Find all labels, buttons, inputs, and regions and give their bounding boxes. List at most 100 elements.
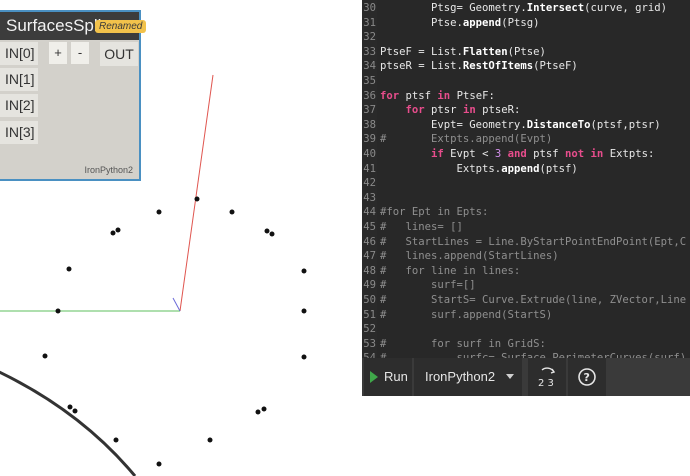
- code-line[interactable]: 37 for ptsr in ptseR:: [362, 103, 690, 118]
- line-number: 45: [363, 221, 376, 233]
- point: [264, 228, 270, 234]
- point: [72, 408, 78, 414]
- line-number: 41: [363, 162, 376, 175]
- code-line[interactable]: 54 # surfc= Surface.PerimeterCurves(surf): [362, 351, 690, 358]
- code-text: # surfc= Surface.PerimeterCurves(surf): [380, 351, 686, 358]
- point: [156, 209, 162, 215]
- help-icon: ?: [578, 368, 596, 386]
- run-button[interactable]: Run: [364, 358, 412, 396]
- code-line[interactable]: 39 # Extpts.append(Evpt): [362, 132, 690, 147]
- point: [115, 227, 121, 233]
- point: [269, 231, 275, 237]
- axis-x: [179, 74, 214, 312]
- code-line[interactable]: 53 # for surf in GridS:: [362, 337, 690, 352]
- code-line[interactable]: 48 # for line in lines:: [362, 264, 690, 279]
- line-number: 33: [363, 45, 376, 58]
- add-input-button[interactable]: +: [49, 42, 67, 64]
- input-port-2[interactable]: IN[2]: [0, 94, 38, 117]
- code-line[interactable]: 36 for ptsf in PtseF:: [362, 89, 690, 104]
- code-line[interactable]: 43: [362, 191, 690, 206]
- convert-button[interactable]: 2 3: [528, 358, 566, 396]
- code-line[interactable]: 46 # StartLines = Line.ByStartPointEndPoi…: [362, 235, 690, 250]
- code-text: # StartS= Curve.Extrude(line, ZVector,Li…: [380, 294, 687, 306]
- code-editor[interactable]: 30 Ptsg= Geometry.Intersect(curve, grid)…: [362, 0, 690, 358]
- convert-icon-text: 2 3: [538, 378, 554, 389]
- code-text: for ptsf in PtseF:: [380, 89, 495, 102]
- code-text: # Extpts.append(Evpt): [380, 133, 553, 146]
- axis-z: [172, 297, 181, 312]
- code-text: # surf.append(StartS): [380, 308, 553, 321]
- point: [255, 409, 261, 415]
- line-number: 44: [363, 206, 376, 219]
- line-number: 46: [363, 235, 376, 248]
- node-header[interactable]: SurfacesSplit Renamed: [0, 12, 147, 40]
- code-text: # for surf in GridS:: [380, 337, 546, 350]
- python-script-node[interactable]: SurfacesSplit Renamed IN[0] IN[1] IN[2] …: [0, 10, 147, 181]
- code-text: for ptsr in ptseR:: [405, 104, 521, 117]
- point: [207, 437, 213, 443]
- point: [301, 308, 307, 314]
- point: [229, 209, 235, 215]
- code-text: ptseR = List.RestOfItems(PtseF): [380, 60, 578, 73]
- help-icon-text: ?: [584, 371, 590, 384]
- code-line[interactable]: 52: [362, 322, 690, 337]
- code-line[interactable]: 31 Ptse.append(Ptsg): [362, 16, 690, 31]
- point: [194, 196, 200, 202]
- code-text: Ptse.append(Ptsg): [380, 16, 540, 29]
- code-text: PtseF = List.Flatten(Ptse): [380, 45, 546, 58]
- line-number: 36: [363, 89, 376, 102]
- code-line[interactable]: 40 if Evpt < 3 and ptsf not in Extpts:: [362, 147, 690, 162]
- line-number: 31: [363, 16, 376, 29]
- code-text: Ptsg= Geometry.Intersect(curve, grid): [380, 2, 668, 14]
- renamed-badge: Renamed: [95, 20, 147, 33]
- point: [42, 353, 48, 359]
- code-line[interactable]: 32: [362, 30, 690, 45]
- code-line[interactable]: 49 # surf=[]: [362, 278, 690, 293]
- help-button[interactable]: ?: [568, 358, 606, 396]
- line-number: 40: [363, 148, 376, 160]
- line-number: 42: [363, 177, 376, 190]
- input-port-3[interactable]: IN[3]: [0, 121, 38, 144]
- code-text: #for Ept in Epts:: [380, 206, 489, 219]
- line-number: 50: [363, 294, 376, 306]
- code-line[interactable]: 47 # lines.append(StartLines): [362, 249, 690, 264]
- code-line[interactable]: 35: [362, 74, 690, 89]
- point: [301, 268, 307, 274]
- point: [66, 266, 72, 272]
- line-number: 32: [363, 31, 376, 44]
- point: [113, 437, 119, 443]
- engine-select-value: IronPython2: [425, 369, 496, 384]
- line-number: 39: [363, 133, 376, 146]
- code-line[interactable]: 51 # surf.append(StartS): [362, 308, 690, 323]
- code-text: # surf=[]: [380, 279, 476, 292]
- play-icon: [370, 371, 378, 383]
- editor-toolbar: Run IronPython2 2 3 ?: [362, 358, 690, 396]
- output-port[interactable]: OUT: [100, 42, 138, 66]
- curve-arc: [0, 370, 137, 476]
- line-number: 30: [363, 2, 376, 14]
- code-text: # lines= []: [380, 221, 463, 233]
- point: [261, 406, 267, 412]
- code-line[interactable]: 30 Ptsg= Geometry.Intersect(curve, grid): [362, 1, 690, 16]
- code-line[interactable]: 38 Evpt= Geometry.DistanceTo(ptsf,ptsr): [362, 118, 690, 133]
- chevron-down-icon: [506, 374, 514, 379]
- line-number: 47: [363, 250, 376, 263]
- convert-icon: 2 3: [538, 367, 556, 389]
- code-line[interactable]: 42: [362, 176, 690, 191]
- remove-input-button[interactable]: -: [71, 42, 89, 64]
- code-line[interactable]: 45 # lines= []: [362, 220, 690, 235]
- code-line[interactable]: 33 PtseF = List.Flatten(Ptse): [362, 45, 690, 60]
- code-line[interactable]: 34 ptseR = List.RestOfItems(PtseF): [362, 59, 690, 74]
- point: [301, 354, 307, 360]
- line-number: 52: [363, 323, 376, 336]
- code-text: Extpts.append(ptsf): [380, 162, 578, 175]
- code-line[interactable]: 44 #for Ept in Epts:: [362, 205, 690, 220]
- code-line[interactable]: 41 Extpts.append(ptsf): [362, 162, 690, 177]
- line-number: 51: [363, 308, 376, 321]
- input-port-0[interactable]: IN[0]: [0, 42, 38, 65]
- line-number: 37: [363, 104, 376, 117]
- line-number: 48: [363, 264, 376, 277]
- code-line[interactable]: 50 # StartS= Curve.Extrude(line, ZVector,…: [362, 293, 690, 308]
- input-port-1[interactable]: IN[1]: [0, 68, 38, 91]
- engine-select[interactable]: IronPython2: [414, 358, 522, 396]
